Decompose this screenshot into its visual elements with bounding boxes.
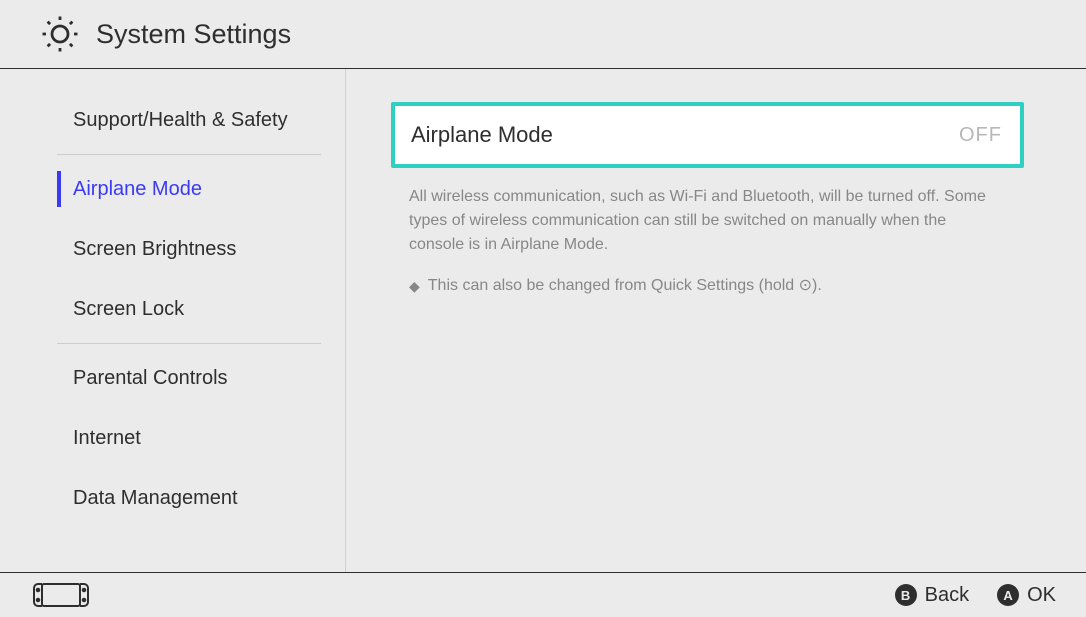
sidebar-group: Parental Controls Internet Data Manageme… [57,344,321,532]
sidebar-group: Support/Health & Safety [57,86,321,155]
description: All wireless communication, such as Wi-F… [391,185,1024,297]
setting-value: OFF [959,124,1002,147]
button-label: Back [925,584,969,607]
sidebar-group: Airplane Mode Screen Brightness Screen L… [57,155,321,344]
sidebar-item-screen-lock[interactable]: Screen Lock [0,279,321,339]
controller-icon [32,582,90,608]
sidebar-item-internet[interactable]: Internet [0,408,321,468]
footer: B Back A OK [0,572,1086,617]
sidebar-item-label: Screen Brightness [73,238,236,261]
sidebar-item-support[interactable]: Support/Health & Safety [0,90,321,150]
sidebar-item-label: Internet [73,427,141,450]
b-button-icon: B [895,584,917,606]
sidebar-item-parental-controls[interactable]: Parental Controls [0,348,321,408]
ok-button[interactable]: A OK [997,584,1056,607]
setting-label: Airplane Mode [411,122,553,148]
diamond-icon: ◆ [409,275,420,297]
note-text: This can also be changed from Quick Sett… [428,275,822,295]
page-title: System Settings [96,19,291,50]
sidebar-item-airplane-mode[interactable]: Airplane Mode [0,159,321,219]
description-text: All wireless communication, such as Wi-F… [409,185,1004,257]
button-label: OK [1027,584,1056,607]
a-button-icon: A [997,584,1019,606]
back-button[interactable]: B Back [895,584,969,607]
sidebar: Support/Health & Safety Airplane Mode Sc… [0,69,346,572]
content: Support/Health & Safety Airplane Mode Sc… [0,69,1086,572]
airplane-mode-toggle[interactable]: Airplane Mode OFF [391,102,1024,168]
main-panel: Airplane Mode OFF All wireless communica… [346,69,1086,572]
sidebar-item-label: Screen Lock [73,298,184,321]
sidebar-item-label: Data Management [73,487,238,510]
sidebar-item-label: Support/Health & Safety [73,109,288,132]
sidebar-item-label: Airplane Mode [73,178,202,201]
sidebar-item-data-management[interactable]: Data Management [0,468,321,528]
gear-icon [42,16,78,52]
sidebar-item-label: Parental Controls [73,367,228,390]
sidebar-item-screen-brightness[interactable]: Screen Brightness [0,219,321,279]
description-note: ◆ This can also be changed from Quick Se… [409,275,1004,297]
header: System Settings [0,0,1086,69]
footer-buttons: B Back A OK [895,584,1056,607]
